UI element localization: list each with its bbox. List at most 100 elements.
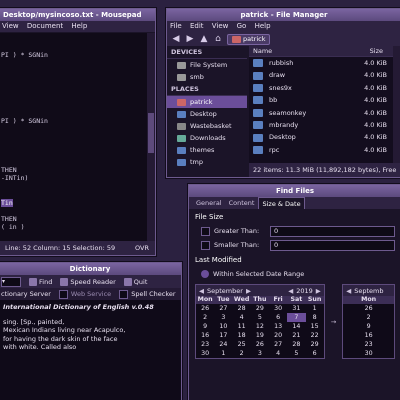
search-combo[interactable]: ▾ xyxy=(1,276,21,287)
file-row[interactable]: rpc 4.0 KiB xyxy=(249,144,393,156)
dictionary-server-option[interactable]: ctionary Server xyxy=(1,290,51,298)
editor-scrollbar[interactable] xyxy=(147,33,155,241)
sidebar-item-downloads[interactable]: Downloads xyxy=(167,132,247,144)
calendar-day[interactable]: 1 xyxy=(306,304,324,313)
calendar-day[interactable]: 28 xyxy=(287,340,305,349)
tab-content[interactable]: Content xyxy=(226,197,258,209)
sidebar-item-smb[interactable]: smb xyxy=(167,71,247,83)
calendar-day[interactable]: 25 xyxy=(233,340,251,349)
sidebar-item-file-system[interactable]: File System xyxy=(167,59,247,71)
web-service-option[interactable]: Web Service xyxy=(58,289,111,299)
menu-go[interactable]: Go xyxy=(237,22,247,30)
calendar-day[interactable]: 11 xyxy=(233,322,251,331)
calendar-day[interactable]: 28 xyxy=(233,304,251,313)
file-row[interactable]: seamonkey 4.0 KiB xyxy=(249,107,393,119)
calendar-day[interactable]: 16 xyxy=(196,331,214,340)
calendar-day[interactable]: 2 xyxy=(196,313,214,322)
menu-edit[interactable]: Edit xyxy=(190,22,204,30)
quit-button[interactable]: Quit xyxy=(123,277,147,286)
greater-than-input[interactable]: 0 xyxy=(270,225,395,237)
prev-month-icon[interactable]: ◀ xyxy=(199,287,204,295)
smaller-than-input[interactable]: 0 xyxy=(270,239,395,251)
calendar-day[interactable]: 7 xyxy=(287,313,306,322)
forward-icon[interactable]: ▶ xyxy=(185,34,195,44)
calendar-day[interactable]: 29 xyxy=(251,304,269,313)
calendar-day[interactable]: 30 xyxy=(343,349,394,358)
calendar-day[interactable]: 16 xyxy=(343,331,394,340)
calendar-day[interactable]: 20 xyxy=(269,331,287,340)
path-button[interactable]: patrick xyxy=(227,33,271,45)
web-service-checkbox[interactable] xyxy=(58,289,68,299)
find-files-titlebar[interactable]: Find Files xyxy=(189,185,400,197)
column-name[interactable]: Name xyxy=(253,47,272,55)
calendar-day[interactable]: 4 xyxy=(233,313,251,322)
home-icon[interactable]: ⌂ xyxy=(213,34,223,44)
calendar-day[interactable]: 27 xyxy=(214,304,232,313)
text-editor[interactable]: PI ) * SGNin PI ) * SGNin THEN -INTin) Tin TH… xyxy=(0,33,147,241)
calendar-day[interactable]: 22 xyxy=(306,331,324,340)
column-size[interactable]: Size xyxy=(370,46,383,57)
tab-general[interactable]: General xyxy=(193,197,225,209)
spell-checker-option[interactable]: Spell Checker xyxy=(119,289,176,299)
menu-document[interactable]: Document xyxy=(27,22,63,30)
file-manager-titlebar[interactable]: patrick - File Manager xyxy=(167,9,400,21)
find-button[interactable]: Find xyxy=(29,277,52,286)
calendar-day[interactable]: 23 xyxy=(343,340,394,349)
calendar-day[interactable]: 15 xyxy=(306,322,324,331)
back-icon[interactable]: ◀ xyxy=(171,34,181,44)
greater-than-checkbox[interactable] xyxy=(201,226,210,236)
next-year-icon[interactable]: ▶ xyxy=(316,287,321,295)
calendar-day[interactable]: 3 xyxy=(251,349,269,358)
menu-file[interactable]: File xyxy=(170,22,182,30)
date-range-option[interactable]: Within Selected Date Range xyxy=(201,267,395,280)
calendar-day[interactable]: 13 xyxy=(269,322,287,331)
sidebar-item-wastebasket[interactable]: Wastebasket xyxy=(167,120,247,132)
calendar-day[interactable]: 26 xyxy=(343,304,394,313)
calendar-day[interactable]: 6 xyxy=(269,313,287,322)
calendar-day[interactable]: 31 xyxy=(287,304,305,313)
calendar-day[interactable]: 21 xyxy=(287,331,305,340)
calendar-day[interactable]: 30 xyxy=(269,304,287,313)
menu-help[interactable]: Help xyxy=(71,22,87,30)
calendar-day[interactable]: 12 xyxy=(251,322,269,331)
calendar-day[interactable]: 24 xyxy=(214,340,232,349)
sidebar-item-patrick[interactable]: patrick xyxy=(167,96,247,108)
mousepad-titlebar[interactable]: Desktop/mysincoso.txt - Mousepad xyxy=(0,9,155,21)
file-row[interactable]: draw 4.0 KiB xyxy=(249,69,393,81)
calendar-day[interactable]: 19 xyxy=(251,331,269,340)
scrollbar-thumb[interactable] xyxy=(148,113,154,153)
calendar-day[interactable]: 26 xyxy=(196,304,214,313)
prev-month-icon[interactable]: ◀ xyxy=(346,287,351,295)
calendar-day[interactable]: 8 xyxy=(306,313,324,322)
dictionary-titlebar[interactable]: Dictionary xyxy=(0,263,181,275)
calendar-day[interactable]: 27 xyxy=(269,340,287,349)
calendar-day[interactable]: 5 xyxy=(251,313,269,322)
smaller-than-checkbox[interactable] xyxy=(201,240,210,250)
tab-size-date[interactable]: Size & Date xyxy=(258,197,305,209)
calendar-day[interactable]: 4 xyxy=(269,349,287,358)
calendar-day[interactable]: 10 xyxy=(214,322,232,331)
calendar-day[interactable]: 2 xyxy=(343,313,394,322)
date-range-radio[interactable] xyxy=(201,269,209,278)
calendar-day[interactable]: 6 xyxy=(306,349,324,358)
next-month-icon[interactable]: ▶ xyxy=(246,287,251,295)
calendar-day[interactable]: 3 xyxy=(214,313,232,322)
calendar-day[interactable]: 26 xyxy=(251,340,269,349)
file-row[interactable]: bb 4.0 KiB xyxy=(249,94,393,106)
up-icon[interactable]: ▲ xyxy=(199,34,209,44)
calendar-day[interactable]: 23 xyxy=(196,340,214,349)
calendar-day[interactable]: 30 xyxy=(196,349,214,358)
calendar-day[interactable]: 2 xyxy=(233,349,251,358)
sidebar-item-desktop[interactable]: Desktop xyxy=(167,108,247,120)
file-row[interactable]: rubbish 4.0 KiB xyxy=(249,57,393,69)
calendar-day[interactable]: 17 xyxy=(214,331,232,340)
file-row[interactable]: snes9x 4.0 KiB xyxy=(249,82,393,94)
sidebar-item-themes[interactable]: themes xyxy=(167,144,247,156)
menu-help[interactable]: Help xyxy=(255,22,271,30)
calendar-day[interactable]: 14 xyxy=(287,322,305,331)
file-row[interactable]: Desktop 4.0 KiB xyxy=(249,131,393,143)
calendar-day[interactable]: 9 xyxy=(196,322,214,331)
spell-checker-checkbox[interactable] xyxy=(119,289,129,299)
calendar-day[interactable]: 1 xyxy=(214,349,232,358)
calendar-day[interactable]: 9 xyxy=(343,322,394,331)
